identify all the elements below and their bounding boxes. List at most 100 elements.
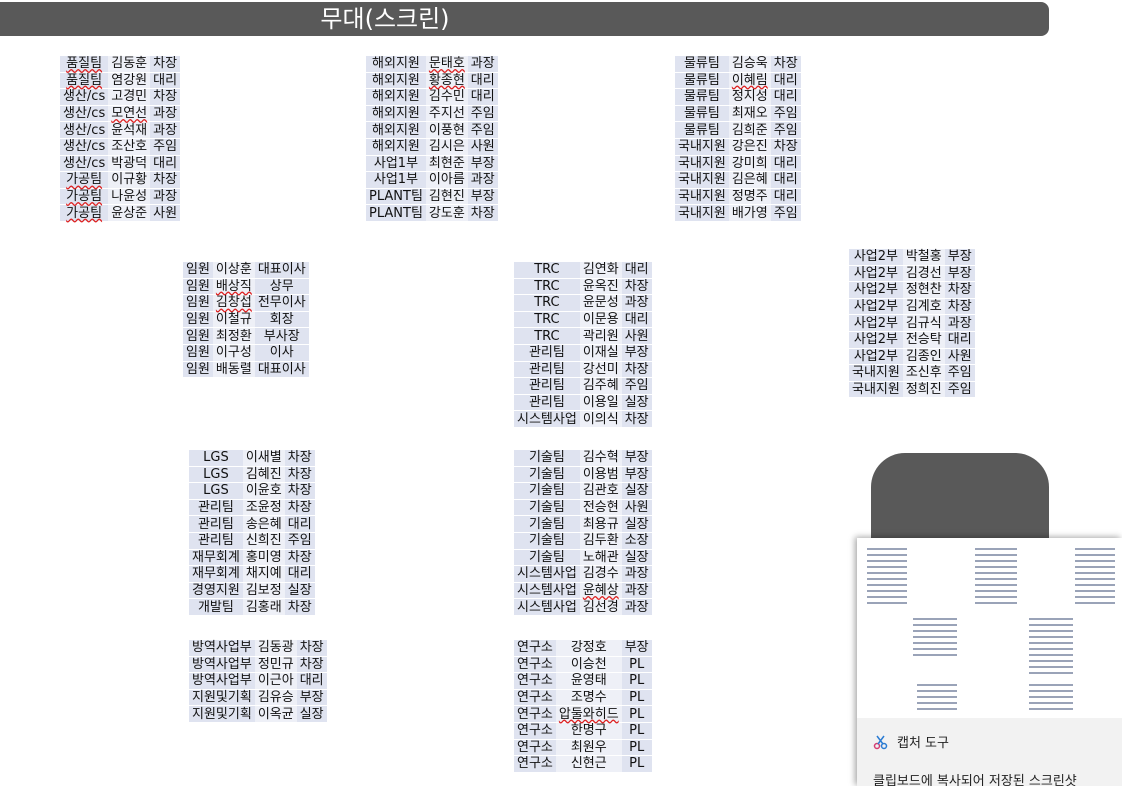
dept-cell: 재무회계: [189, 565, 243, 583]
dept-cell: TRC: [514, 278, 580, 296]
seat-row: 기술팀 김수혁 부장: [514, 450, 652, 467]
name-cell: 조윤정: [242, 499, 285, 517]
dept-cell: 임원: [183, 262, 213, 279]
rank-cell: 대리: [621, 311, 652, 329]
seat-row: 임원 김창섭 전무이사: [183, 294, 309, 312]
rank-cell: 주임: [944, 381, 975, 399]
rank-cell: 차장: [284, 450, 315, 467]
dept-cell: 재무회계: [189, 549, 243, 567]
name-cell: 신희진: [242, 532, 285, 550]
name-cell: 최원우: [555, 739, 622, 757]
name-cell: 이상훈: [212, 262, 255, 279]
rank-cell: PL: [621, 755, 652, 773]
name-cell: 송은혜: [242, 515, 285, 533]
rank-cell: 부장: [296, 689, 327, 707]
seat-row: 물류팀 최재오 주임: [675, 105, 801, 123]
name-cell: 박광덕: [108, 155, 151, 173]
rank-cell: 주임: [944, 364, 975, 382]
name-cell: 김동광: [254, 640, 297, 657]
dept-cell: 생산/cs: [60, 105, 109, 123]
name-cell: 김은혜: [728, 171, 771, 189]
name-cell: 채지예: [242, 565, 285, 583]
seat-row: 물류팀 정지성 대리: [675, 88, 801, 106]
name-cell: 김수혁: [579, 450, 622, 467]
seat-row: 임원 최정환 부사장: [183, 327, 309, 345]
name-cell: 김동훈: [108, 56, 151, 73]
name-cell: 정명주: [728, 188, 771, 206]
dept-cell: 품질팀: [60, 72, 109, 90]
seat-row: 사업2부 전승탁 대리: [849, 331, 975, 349]
rank-cell: PL: [621, 705, 652, 723]
name-cell: 김승욱: [728, 56, 771, 73]
seat-row: 연구소 강정호 부장: [514, 640, 652, 657]
dept-cell: 연구소: [514, 672, 556, 690]
dept-cell: 관리팀: [514, 377, 580, 395]
dept-cell: 물류팀: [675, 88, 729, 106]
seat-row: 지원및기획 김유승 부장: [189, 689, 327, 707]
rank-cell: 주임: [150, 138, 181, 156]
seat-row: 물류팀 김승욱 차장: [675, 56, 801, 73]
name-cell: 노해관: [579, 549, 622, 567]
name-cell: 이아름: [425, 171, 468, 189]
seat-row: 가공팀 윤상준 사원: [60, 204, 181, 222]
name-cell: 김수민: [425, 88, 468, 106]
rank-cell: 대리: [770, 72, 801, 90]
name-cell: 배동렬: [212, 361, 255, 379]
seating-group: 사업2부 박철홍 부장 사업2부 김경선 부장 사업2부 정현찬 차장 사업2부 김계호 차장 사업2부…: [849, 249, 975, 399]
dept-cell: TRC: [514, 262, 580, 279]
dept-cell: 국내지원: [849, 381, 903, 399]
dept-cell: 연구소: [514, 739, 556, 757]
seat-row: 사업1부 이아름 과장: [366, 171, 498, 189]
dept-cell: 관리팀: [189, 499, 243, 517]
dept-cell: 기술팀: [514, 466, 580, 484]
rank-cell: 주임: [770, 204, 801, 222]
dept-cell: 관리팀: [514, 344, 580, 362]
seat-row: 국내지원 조신후 주임: [849, 364, 975, 382]
seat-row: 임원 배동렬 대표이사: [183, 361, 309, 379]
rank-cell: 차장: [284, 549, 315, 567]
seat-row: 관리팀 김주혜 주임: [514, 377, 652, 395]
seat-row: 국내지원 정희진 주임: [849, 381, 975, 399]
dept-cell: 물류팀: [675, 121, 729, 139]
dept-cell: 경영지원: [189, 582, 243, 600]
name-cell: 김주혜: [579, 377, 622, 395]
name-cell: 강은진: [728, 138, 771, 156]
dept-cell: 물류팀: [675, 56, 729, 73]
name-cell: 김시은: [425, 138, 468, 156]
dept-cell: TRC: [514, 311, 580, 329]
rank-cell: 소장: [621, 532, 652, 550]
rank-cell: PL: [621, 722, 652, 740]
rank-cell: 부장: [944, 265, 975, 283]
notification-app-name: 캡처 도구: [897, 736, 949, 751]
dept-cell: 해외지원: [366, 56, 426, 73]
rank-cell: 차장: [296, 656, 327, 674]
dept-cell: 방역사업부: [189, 640, 255, 657]
rank-cell: 실장: [621, 515, 652, 533]
name-cell: 윤상준: [108, 204, 151, 222]
name-cell: 강도훈: [425, 204, 468, 222]
dept-cell: PLANT팀: [366, 204, 426, 222]
name-cell: 김유승: [254, 689, 297, 707]
dept-cell: 해외지원: [366, 105, 426, 123]
name-cell: 압둘와히드: [555, 705, 622, 723]
dept-cell: LGS: [189, 450, 243, 467]
rank-cell: 차장: [467, 204, 498, 222]
seat-row: 연구소 신현근 PL: [514, 755, 652, 773]
rank-cell: PL: [621, 689, 652, 707]
dept-cell: 기술팀: [514, 482, 580, 500]
seat-row: 방역사업부 김동광 차장: [189, 640, 327, 657]
stage-title: 무대(스크린): [320, 5, 450, 33]
seat-row: 생산/cs 조산호 주임: [60, 138, 181, 156]
name-cell: 배가영: [728, 204, 771, 222]
seat-row: LGS 이새별 차장: [189, 450, 315, 467]
dept-cell: 기술팀: [514, 532, 580, 550]
seat-row: 연구소 조명수 PL: [514, 689, 652, 707]
dept-cell: 해외지원: [366, 138, 426, 156]
rank-cell: 주임: [467, 105, 498, 123]
rank-cell: PL: [621, 672, 652, 690]
rank-cell: 과장: [150, 121, 181, 139]
rank-cell: 과장: [944, 314, 975, 332]
dept-cell: 생산/cs: [60, 88, 109, 106]
capture-notification[interactable]: 캡처 도구 클립보드에 복사되어 저장된 스크린샷: [857, 538, 1122, 786]
screenshot-thumbnail[interactable]: [857, 538, 1122, 718]
